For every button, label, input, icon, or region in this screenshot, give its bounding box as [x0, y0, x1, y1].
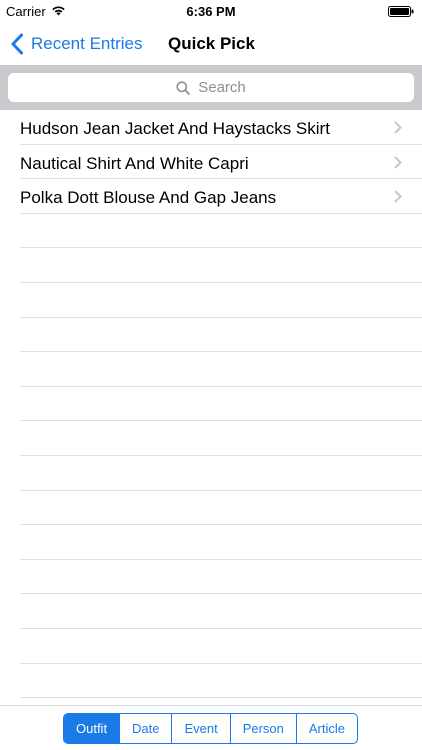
list-item[interactable]: Nautical Shirt And White Capri — [20, 145, 422, 180]
search-placeholder: Search — [198, 79, 246, 96]
bottom-toolbar: Outfit Date Event Person Article — [0, 705, 422, 750]
empty-row — [20, 629, 422, 664]
empty-row — [20, 594, 422, 629]
search-bar: Search — [0, 65, 422, 110]
segment-date[interactable]: Date — [119, 714, 171, 743]
disclosure-icon — [394, 190, 402, 203]
list-item-label: Nautical Shirt And White Capri — [20, 153, 249, 173]
filter-segmented-control: Outfit Date Event Person Article — [63, 713, 358, 744]
back-chevron-icon — [11, 33, 23, 55]
empty-row — [20, 318, 422, 353]
empty-row — [20, 352, 422, 387]
navigation-bar: Recent Entries Quick Pick — [0, 24, 422, 65]
empty-row — [20, 421, 422, 456]
disclosure-icon — [394, 155, 402, 169]
empty-row — [20, 248, 422, 283]
back-button[interactable]: Recent Entries — [10, 31, 143, 57]
search-icon — [176, 80, 191, 95]
list-item[interactable]: Hudson Jean Jacket And Haystacks Skirt — [20, 110, 422, 145]
status-time: 6:36 PM — [186, 4, 236, 19]
empty-row — [20, 560, 422, 595]
segment-event[interactable]: Event — [171, 714, 229, 743]
empty-row — [20, 456, 422, 491]
segment-person[interactable]: Person — [229, 714, 296, 743]
empty-row — [20, 214, 422, 249]
list-item[interactable]: Polka Dott Blouse And Gap Jeans — [20, 179, 422, 214]
list-item-label: Polka Dott Blouse And Gap Jeans — [20, 188, 277, 208]
battery-icon — [388, 6, 414, 17]
list-item-label: Hudson Jean Jacket And Haystacks Skirt — [20, 119, 330, 138]
segment-article[interactable]: Article — [295, 714, 357, 743]
search-input[interactable]: Search — [8, 73, 414, 102]
disclosure-icon — [394, 121, 402, 134]
empty-row — [20, 664, 422, 699]
page-title: Quick Pick — [168, 34, 255, 53]
status-bar: Carrier 6:36 PM — [0, 0, 422, 24]
segment-outfit[interactable]: Outfit — [64, 714, 120, 743]
empty-row — [20, 283, 422, 318]
empty-row — [20, 491, 422, 526]
empty-row — [20, 387, 422, 422]
empty-row — [20, 525, 422, 560]
outfit-list: Hudson Jean Jacket And Haystacks Skirt N… — [0, 110, 422, 733]
back-button-label: Recent Entries — [31, 34, 143, 53]
